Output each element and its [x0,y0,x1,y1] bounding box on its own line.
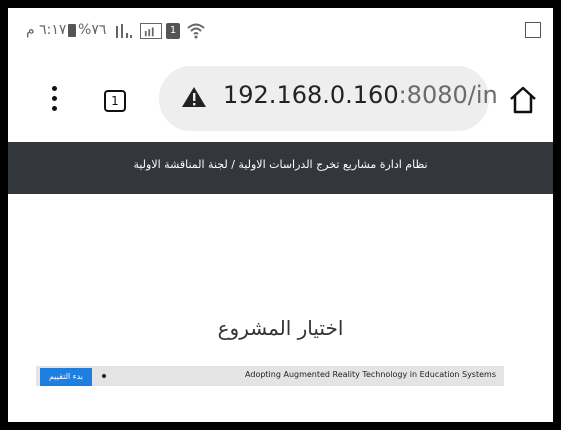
url-host: 192.168.0.160 [223,81,399,109]
wifi-icon [187,23,205,39]
start-evaluation-button[interactable]: بدء التقييم [40,368,92,386]
browser-toolbar: 1 192.168.0.160:8080/in [8,56,553,136]
home-icon[interactable] [508,86,538,114]
warning-icon[interactable] [181,86,207,108]
signal-box-icon [140,23,162,39]
project-title: Adopting Augmented Reality Technology in… [245,370,496,379]
tabs-button[interactable]: 1 [104,90,126,112]
sim-icon: 1 [166,23,180,39]
site-title: نظام ادارة مشاريع تخرج الدراسات الاولية … [133,158,428,171]
url-path: :8080/in [398,81,498,109]
signal-icon [116,24,132,38]
project-row: بدء التقييم Adopting Augmented Reality T… [36,366,504,386]
address-bar[interactable]: 192.168.0.160:8080/in [159,66,498,131]
status-time: ٦:١٧ م [26,22,67,38]
page-heading: اختيار المشروع [217,316,344,340]
battery-level: %٧٦ [78,22,107,38]
more-menu-icon[interactable] [52,86,58,114]
bullet-dot [102,374,106,378]
status-bar: ٦:١٧ م %٧٦ 1 [8,8,553,48]
gallery-icon [525,22,541,38]
battery-icon [68,24,76,37]
site-header: نظام ادارة مشاريع تخرج الدراسات الاولية … [8,142,553,194]
url-text[interactable]: 192.168.0.160:8080/in [223,81,498,109]
phone-screen: ٦:١٧ م %٧٦ 1 1 192.168.0.160:8080/in نظا… [8,8,553,422]
